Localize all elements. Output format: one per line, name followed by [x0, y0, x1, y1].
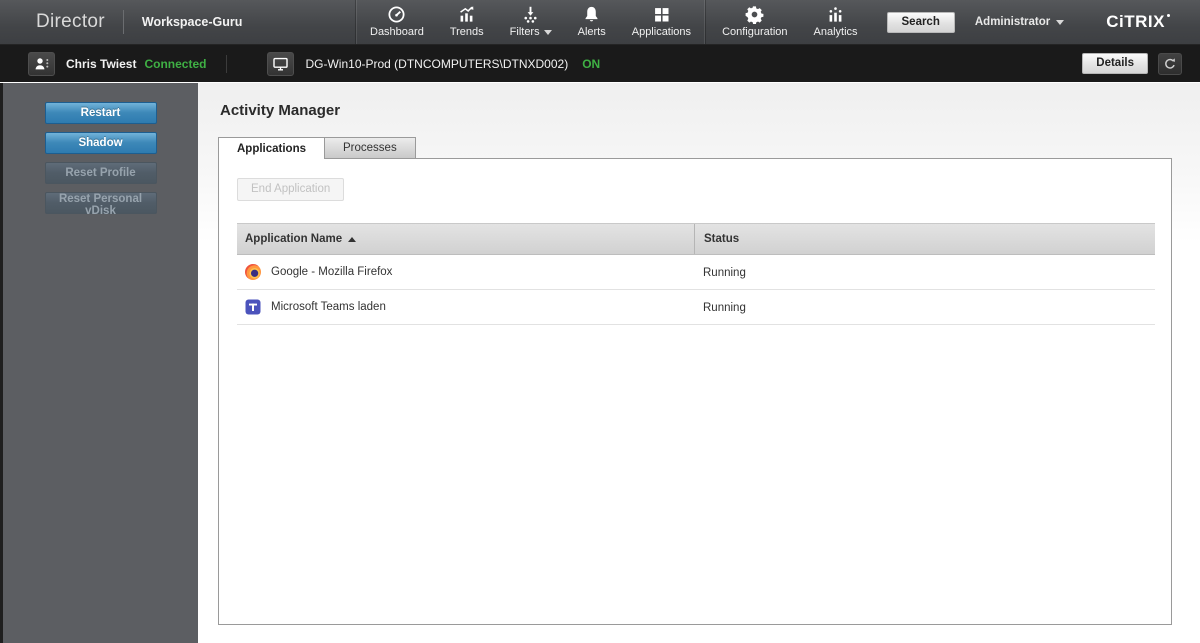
tab-applications[interactable]: Applications [218, 137, 326, 159]
nav-label: Applications [631, 26, 692, 38]
director-logo: Director [36, 11, 105, 32]
status-cell: Running [694, 298, 1155, 316]
machine-session-button[interactable] [267, 51, 295, 76]
firefox-icon [245, 264, 261, 280]
table-row[interactable]: Google - Mozilla Firefox Running [237, 255, 1155, 290]
application-status: Running [703, 302, 746, 314]
citrix-logo-text: CiTRIX [1106, 12, 1165, 31]
table-header-row: Application Name Status [237, 223, 1155, 255]
chevron-down-icon[interactable] [543, 29, 552, 35]
application-name: Google - Mozilla Firefox [271, 266, 393, 278]
search-button[interactable]: Search [886, 11, 955, 33]
top-spacer [871, 0, 887, 44]
nav-label: Configuration [722, 26, 788, 38]
nav-analytics[interactable]: Analytics [801, 0, 871, 44]
citrix-logo: CiTRIX [1106, 12, 1170, 32]
user-session-button[interactable] [28, 51, 55, 76]
refresh-icon [1165, 57, 1175, 69]
column-header-label: Application Name [245, 233, 343, 245]
sort-ascending-icon [348, 236, 357, 242]
nav-configuration[interactable]: Configuration [709, 0, 800, 44]
application-status: Running [703, 267, 746, 279]
application-name: Microsoft Teams laden [271, 301, 386, 313]
applications-table: Application Name Status Google - Mozilla… [237, 223, 1155, 325]
application-cell: Google - Mozilla Firefox [237, 264, 694, 280]
column-header-status[interactable]: Status [694, 224, 1155, 254]
dashboard-icon [387, 5, 406, 24]
citrix-trademark-dot [1167, 14, 1170, 17]
shadow-button[interactable]: Shadow [44, 132, 157, 154]
reset-profile-button: Reset Profile [44, 162, 157, 184]
refresh-button[interactable] [1158, 52, 1182, 75]
nav-label: Dashboard [370, 26, 424, 38]
teams-icon [245, 299, 261, 315]
nav-trends[interactable]: Trends [437, 0, 497, 44]
brand-divider [122, 10, 124, 34]
nav-label: Filters [509, 26, 540, 38]
filters-icon [521, 5, 540, 24]
nav-alerts[interactable]: Alerts [565, 0, 619, 44]
user-icon [35, 57, 48, 69]
nav-dashboard[interactable]: Dashboard [357, 0, 437, 44]
alerts-icon [582, 5, 601, 24]
end-application-button: End Application [237, 178, 345, 201]
trends-icon [457, 5, 476, 24]
session-actions-sidebar: Restart Shadow Reset Profile Reset Perso… [0, 83, 198, 643]
administrator-label: Administrator [974, 16, 1051, 28]
tab-strip: Applications Processes [218, 137, 1200, 159]
restart-button[interactable]: Restart [44, 102, 157, 124]
session-status-badge: Connected [144, 56, 207, 71]
administrator-menu[interactable]: Administrator [974, 16, 1065, 28]
machine-power-badge: ON [582, 56, 601, 71]
nav-filters[interactable]: Filters [497, 0, 565, 44]
chevron-down-icon [1056, 19, 1065, 25]
analytics-icon [826, 5, 845, 24]
activity-manager-panel: Activity Manager Applications Processes … [198, 83, 1200, 643]
nav-label: Trends [449, 26, 484, 38]
nav-label: Analytics [813, 26, 858, 38]
applications-tab-panel: End Application Application Name Status … [218, 158, 1172, 625]
status-cell: Running [694, 263, 1155, 281]
page-title: Activity Manager [220, 102, 341, 119]
reset-personal-vdisk-button: Reset Personal vDisk [44, 192, 157, 217]
session-user-name: Chris Twiest [66, 56, 137, 71]
session-bar: Chris Twiest Connected DG-Win10-Prod (DT… [0, 45, 1200, 82]
machine-name: DG-Win10-Prod (DTNCOMPUTERS\DTNXD002) [305, 56, 569, 71]
top-navigation-bar: Director Workspace-Guru Dashboard Trends… [0, 0, 1200, 45]
monitor-icon [273, 57, 289, 70]
secondary-nav: Configuration Analytics [709, 0, 870, 44]
session-divider [226, 54, 228, 73]
applications-icon [652, 5, 671, 24]
column-header-application-name[interactable]: Application Name [237, 233, 694, 245]
details-button[interactable]: Details [1082, 53, 1148, 74]
nav-label: Alerts [577, 26, 606, 38]
content-area: Restart Shadow Reset Profile Reset Perso… [0, 83, 1200, 643]
nav-applications[interactable]: Applications [619, 0, 704, 44]
application-cell: Microsoft Teams laden [237, 299, 694, 315]
configuration-gear-icon [745, 5, 764, 24]
brand-section: Director Workspace-Guru [0, 0, 356, 44]
column-header-label: Status [704, 233, 740, 245]
tab-processes[interactable]: Processes [325, 137, 416, 159]
workspace-name: Workspace-Guru [141, 15, 243, 29]
primary-nav: Dashboard Trends Filters Alerts Applicat… [356, 0, 706, 44]
table-row[interactable]: Microsoft Teams laden Running [237, 290, 1155, 325]
